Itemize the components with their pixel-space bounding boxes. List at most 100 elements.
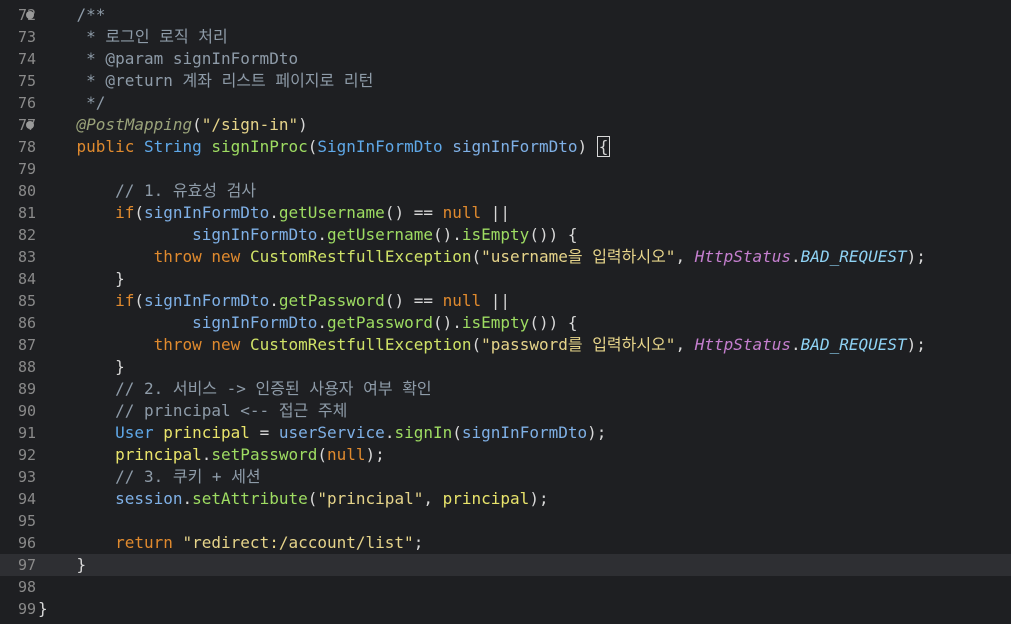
code-token: HttpStatus [694, 335, 792, 354]
code-token: setPassword [211, 445, 318, 464]
code-line[interactable]: 90 // principal <-- 접근 주체 [0, 400, 1011, 422]
code-line[interactable]: 98 [0, 576, 1011, 598]
code-line[interactable]: 93 // 3. 쿠키 + 세션 [0, 466, 1011, 488]
code-token: . [182, 489, 193, 508]
code-token: session [115, 489, 183, 508]
code-line[interactable]: 87 throw new CustomRestfullException("pa… [0, 334, 1011, 356]
code-token: isEmpty [461, 225, 530, 244]
line-number: 88 [17, 358, 36, 376]
code-token: . [384, 423, 395, 442]
code-token: "redirect:/account/list" [182, 533, 414, 552]
fold-toggle-icon[interactable] [26, 11, 34, 19]
code-text: } [38, 268, 1011, 290]
code-line[interactable]: 91 User principal = userService.signIn(s… [0, 422, 1011, 444]
code-line[interactable]: 95 [0, 510, 1011, 532]
code-token: , [423, 489, 443, 508]
line-number: 94 [17, 490, 36, 508]
code-line[interactable]: 94 session.setAttribute("principal", pri… [0, 488, 1011, 510]
code-line[interactable]: 85 if(signInFormDto.getPassword() == nul… [0, 290, 1011, 312]
code-text: */ [38, 92, 1011, 114]
code-token: , [675, 335, 695, 354]
code-line[interactable]: 76 */ [0, 92, 1011, 114]
code-token: } [38, 599, 48, 618]
code-token: ); [365, 445, 385, 464]
code-token: return [115, 533, 173, 552]
code-line[interactable]: 88 } [0, 356, 1011, 378]
code-token: userService [278, 423, 385, 442]
code-line[interactable]: 82 signInFormDto.getUsername().isEmpty()… [0, 224, 1011, 246]
code-token: setAttribute [192, 489, 308, 508]
code-line[interactable]: 73 * 로그인 로직 처리 [0, 26, 1011, 48]
line-number: 90 [17, 402, 36, 420]
code-token: "principal" [317, 489, 424, 508]
code-token: HttpStatus [694, 247, 792, 266]
code-token: public [76, 137, 135, 156]
code-token: BAD_REQUEST [800, 247, 907, 266]
code-text: // 1. 유효성 검사 [38, 180, 1011, 202]
code-line[interactable]: 99} [0, 598, 1011, 620]
code-token: isEmpty [461, 313, 530, 332]
code-token: throw [153, 247, 202, 266]
code-line[interactable]: 97 } [0, 554, 1011, 576]
code-text: principal.setPassword(null); [38, 444, 1011, 466]
code-line[interactable]: 92 principal.setPassword(null); [0, 444, 1011, 466]
code-line[interactable]: 96 return "redirect:/account/list"; [0, 532, 1011, 554]
line-number: 92 [17, 446, 36, 464]
code-token: } [38, 269, 125, 288]
line-number: 74 [17, 50, 36, 68]
code-text: * @return 계좌 리스트 페이지로 리턴 [38, 70, 1011, 92]
code-line[interactable]: 81 if(signInFormDto.getUsername() == nul… [0, 202, 1011, 224]
line-number: 75 [17, 72, 36, 90]
code-token: . [269, 291, 279, 310]
code-token: getPassword [327, 313, 433, 332]
code-token: , [675, 247, 695, 266]
line-number: 98 [17, 578, 36, 596]
code-token: . [201, 445, 212, 464]
code-text: signInFormDto.getUsername().isEmpty()) { [38, 224, 1011, 246]
line-number: 80 [17, 182, 36, 200]
code-text: // 2. 서비스 -> 인증된 사용자 여부 확인 [38, 378, 1011, 400]
fold-toggle-icon[interactable] [26, 121, 34, 129]
code-token: ( [307, 137, 318, 156]
code-token: ( [134, 203, 144, 222]
code-token: signInFormDto [143, 291, 270, 310]
code-line[interactable]: 78 public String signInProc(SignInFormDt… [0, 136, 1011, 158]
code-token: "/sign-in" [201, 115, 299, 134]
code-token: signInFormDto [461, 423, 588, 442]
code-token: null [442, 203, 482, 222]
code-token: = [249, 423, 279, 442]
code-token: ); [906, 335, 926, 354]
code-token: ) [298, 115, 308, 134]
code-line[interactable]: 84 } [0, 268, 1011, 290]
code-line[interactable]: 80 // 1. 유효성 검사 [0, 180, 1011, 202]
code-token: // 2. 서비스 -> 인증된 사용자 여부 확인 [38, 379, 432, 398]
code-line[interactable]: 72 /** [0, 4, 1011, 26]
line-number: 84 [17, 270, 36, 288]
code-line[interactable]: 79 [0, 158, 1011, 180]
code-editor[interactable]: 72 /**73 * 로그인 로직 처리74 * @param signInFo… [0, 0, 1011, 624]
code-text: * @param signInFormDto [38, 48, 1011, 70]
code-token: ( [134, 291, 144, 310]
code-line[interactable]: 75 * @return 계좌 리스트 페이지로 리턴 [0, 70, 1011, 92]
code-line[interactable]: 89 // 2. 서비스 -> 인증된 사용자 여부 확인 [0, 378, 1011, 400]
code-line[interactable]: 83 throw new CustomRestfullException("us… [0, 246, 1011, 268]
code-token: User [115, 423, 154, 442]
code-text: @PostMapping("/sign-in") [38, 114, 1011, 136]
code-line[interactable]: 86 signInFormDto.getPassword().isEmpty()… [0, 312, 1011, 334]
code-token: ( [471, 335, 482, 354]
code-line[interactable]: 77 @PostMapping("/sign-in") [0, 114, 1011, 136]
line-number: 83 [17, 248, 36, 266]
code-line[interactable]: 74 * @param signInFormDto [0, 48, 1011, 70]
code-token: . [317, 313, 327, 332]
code-token: "username을 입력하시오" [481, 247, 676, 266]
code-text: if(signInFormDto.getUsername() == null |… [38, 202, 1011, 224]
code-token: ()) { [529, 313, 578, 332]
code-text: } [38, 356, 1011, 378]
code-token: . [317, 225, 327, 244]
